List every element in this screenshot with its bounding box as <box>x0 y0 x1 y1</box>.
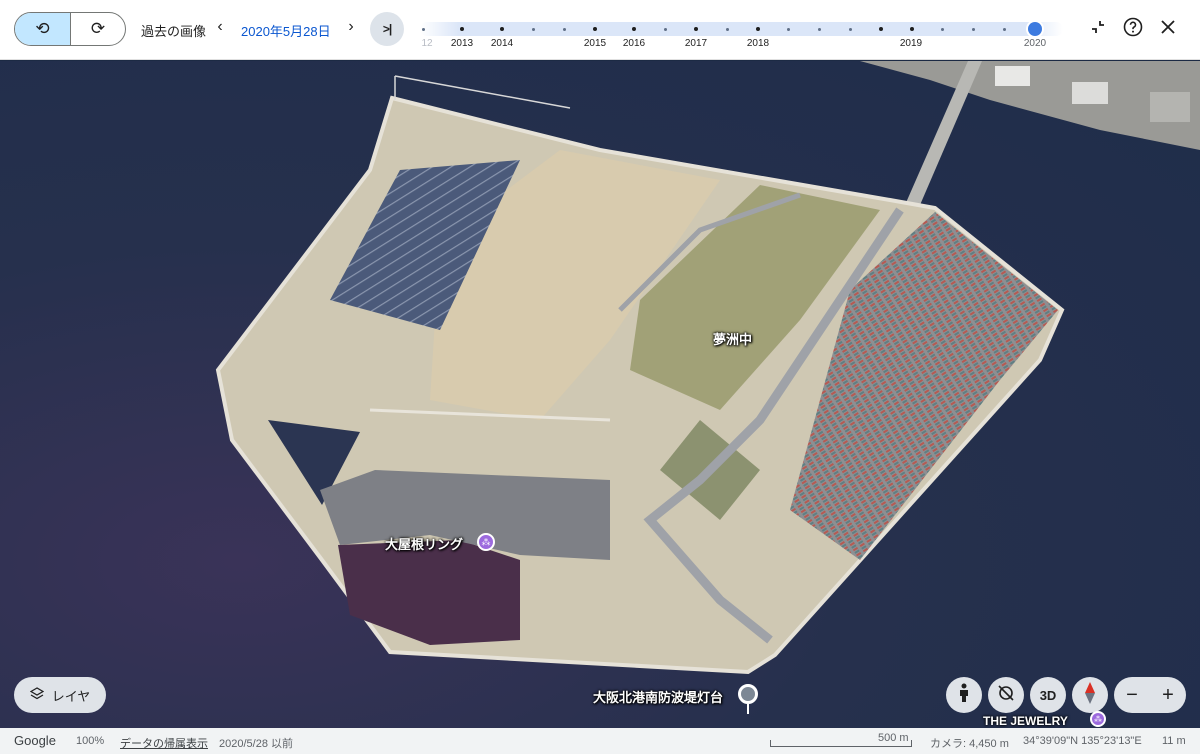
timeline-selected-handle[interactable] <box>1028 22 1042 36</box>
timeline-year[interactable]: 2018 <box>747 38 769 49</box>
close-button[interactable] <box>1155 16 1181 42</box>
rotate-icon <box>996 683 1016 707</box>
timeline-tick[interactable] <box>593 27 597 31</box>
skip-to-end-icon: >| <box>382 22 392 36</box>
timeline-tick[interactable] <box>1002 27 1006 31</box>
history-label: 過去の画像 <box>141 24 207 39</box>
help-icon <box>1123 17 1143 42</box>
history-icon: ⟲ <box>35 19 50 38</box>
3d-label: 3D <box>1039 687 1057 703</box>
place-label-yumeshima[interactable]: 夢洲中 <box>713 329 752 348</box>
history-toolbar: ⟲ ⟳ 過去の画像 ‹ 2020年5月28日 › >| 12 2013 2014… <box>0 0 1200 60</box>
timeline-tick[interactable] <box>879 27 883 31</box>
google-logo: Google <box>14 733 56 748</box>
ground-altitude: 11 m <box>1162 735 1186 747</box>
camera-altitude: カメラ: 4,450 m <box>930 738 1009 750</box>
data-attribution-link[interactable]: データの帰属表示 <box>120 735 208 751</box>
close-icon <box>1160 19 1176 40</box>
timeline-year[interactable]: 2015 <box>584 38 606 49</box>
layers-label: レイヤ <box>51 688 91 704</box>
place-label-ring[interactable]: 大屋根リング <box>385 534 463 553</box>
timeline-year[interactable]: 2017 <box>685 38 707 49</box>
timeline-tick[interactable] <box>694 27 698 31</box>
timeline-year[interactable]: 2019 <box>900 38 922 49</box>
timeline-tick[interactable] <box>460 27 464 31</box>
timeline-year[interactable]: 12 <box>421 38 432 49</box>
satellite-imagery <box>215 61 1200 675</box>
compass-icon <box>1083 681 1097 709</box>
zoom-control: − + <box>1114 677 1186 713</box>
timeline-tick[interactable] <box>531 27 535 31</box>
next-date-button[interactable]: › <box>344 18 358 36</box>
timeline-tick[interactable] <box>910 27 914 31</box>
current-imagery-date[interactable]: 2020年5月28日 <box>241 21 331 40</box>
rotate-view-button[interactable] <box>988 677 1024 713</box>
timeline-tick[interactable] <box>848 27 852 31</box>
rotate-refresh-button[interactable]: ⟳ <box>69 13 125 45</box>
jump-to-latest-button[interactable]: >| <box>370 12 404 46</box>
location-pin-stem <box>747 704 749 714</box>
place-pin-icon[interactable]: ⁂ <box>477 533 495 551</box>
satellite-map-view[interactable]: 夢洲中 大屋根リング ⁂ 大阪北港南防波堤灯台 <box>0 61 1200 728</box>
timeline-tick[interactable] <box>632 27 636 31</box>
compass-button[interactable] <box>1072 677 1108 713</box>
collapse-button[interactable] <box>1085 16 1111 42</box>
scale-bar <box>770 740 912 747</box>
timeline-year[interactable]: 2016 <box>623 38 645 49</box>
place-pin-icon[interactable]: ⁂ <box>1090 711 1106 727</box>
layers-icon <box>29 686 44 704</box>
timeline-tick[interactable] <box>817 27 821 31</box>
status-bar: Google 100% データの帰属表示 2020/5/28 以前 500 m … <box>0 728 1200 754</box>
timeline-tick[interactable] <box>971 27 975 31</box>
timeline-tick[interactable] <box>940 27 944 31</box>
imagery-timeline[interactable] <box>420 22 1063 36</box>
timeline-tick[interactable] <box>663 27 667 31</box>
history-mode-toggle: ⟲ ⟳ <box>14 12 126 46</box>
timeline-tick[interactable] <box>500 27 504 31</box>
zoom-percentage: 100% <box>76 735 105 747</box>
imagery-date-text: 2020/5/28 以前 <box>219 738 293 750</box>
timeline-tick[interactable] <box>786 27 790 31</box>
coordinates: 34°39'09"N 135°23'13"E <box>1023 735 1142 747</box>
timeline-tick[interactable] <box>421 27 425 31</box>
timeline-year[interactable]: 2013 <box>451 38 473 49</box>
help-button[interactable] <box>1120 16 1146 42</box>
place-label-jewelry[interactable]: THE JEWELRY <box>983 714 1068 728</box>
history-toggle-button[interactable]: ⟲ <box>15 13 70 45</box>
place-label-lighthouse[interactable]: 大阪北港南防波堤灯台 <box>593 687 723 706</box>
collapse-icon <box>1090 19 1106 40</box>
layers-button[interactable]: レイヤ <box>14 677 106 713</box>
timeline-year[interactable]: 2014 <box>491 38 513 49</box>
zoom-out-button[interactable]: − <box>1126 684 1138 707</box>
previous-date-button[interactable]: ‹ <box>213 18 227 36</box>
zoom-in-button[interactable]: + <box>1162 684 1174 707</box>
street-view-button[interactable] <box>946 677 982 713</box>
toggle-3d-button[interactable]: 3D <box>1030 677 1066 713</box>
timeline-tick[interactable] <box>725 27 729 31</box>
location-pin-icon[interactable] <box>738 684 758 704</box>
timeline-year-selected[interactable]: 2020 <box>1024 38 1046 49</box>
refresh-icon: ⟳ <box>90 19 106 38</box>
timeline-tick[interactable] <box>562 27 566 31</box>
pegman-icon <box>957 683 971 707</box>
timeline-tick[interactable] <box>756 27 760 31</box>
